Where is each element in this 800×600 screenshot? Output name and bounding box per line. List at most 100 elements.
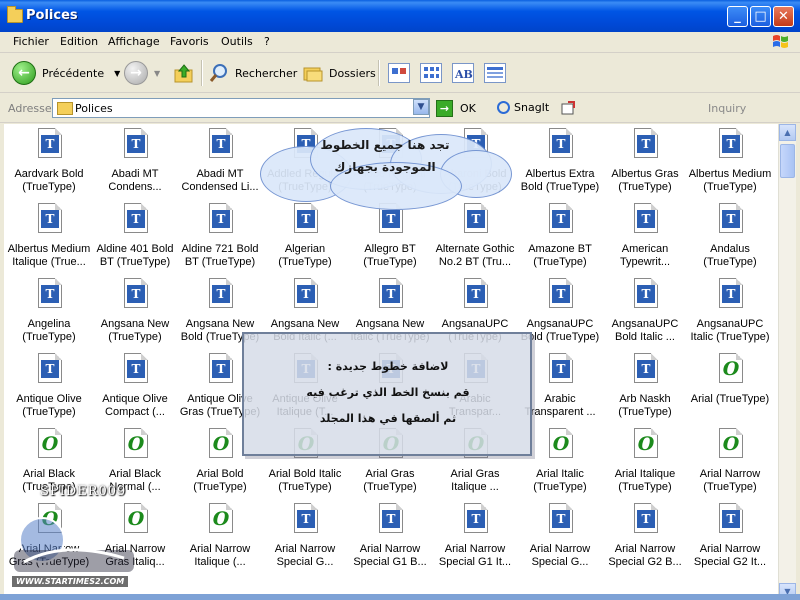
font-item[interactable]: T Alternate Gothic No.2 BT (Tru... [432,203,518,275]
up-folder-button[interactable] [173,59,195,87]
font-item[interactable]: O Arial Narrow (TrueType) [687,428,773,500]
font-item[interactable]: T Angelina (TrueType) [6,278,92,350]
font-item[interactable]: T AngsanaUPC Bold Italic ... [602,278,688,350]
truetype-font-icon: T [634,203,658,233]
font-item[interactable]: T Albertus Extra Bold (TrueType) [517,128,603,200]
font-item[interactable]: T American Typewrit... [602,203,688,275]
font-item[interactable]: T Aardvark Bold (TrueType) [6,128,92,200]
close-button[interactable]: ✕ [773,6,794,27]
font-item[interactable]: T Albertus Gras (TrueType) [602,128,688,200]
menu-affichage[interactable]: Affichage [108,35,160,48]
font-name: Arial Narrow Special G... [274,543,336,568]
truetype-font-icon: T [719,278,743,308]
folders-icon [303,67,323,82]
back-button[interactable]: ← Précédente ▼ [12,59,120,87]
font-item[interactable]: T Aldine 721 Bold BT (TrueType) [177,203,263,275]
opentype-font-icon: O [549,428,573,458]
scroll-thumb[interactable] [780,144,795,178]
chevron-down-icon[interactable]: ▼ [154,69,160,78]
address-label: Adresse [8,102,52,115]
view-fonts-button[interactable]: AB [452,63,474,83]
font-name: Arial Narrow Special G... [529,543,591,568]
truetype-font-icon: T [124,278,148,308]
font-name: Antique Olive (TrueType) [16,393,82,418]
back-arrow-icon: ← [12,61,36,85]
font-item[interactable]: T Angsana New (TrueType) [92,278,178,350]
font-item[interactable]: T Arial Narrow Special G... [517,503,603,575]
truetype-font-icon: T [634,128,658,158]
address-dropdown-button[interactable]: ▼ [413,99,429,115]
font-item[interactable]: T Arial Narrow Special G2 B... [602,503,688,575]
watermark-author: SPIDER009 [40,484,127,499]
menu-edition[interactable]: Edition [60,35,98,48]
truetype-font-icon: T [124,128,148,158]
truetype-font-icon: T [549,503,573,533]
font-item[interactable]: T AngsanaUPC Italic (TrueType) [687,278,773,350]
folders-button[interactable]: Dossiers [302,59,376,87]
font-item[interactable]: T Arial Narrow Special G1 B... [347,503,433,575]
font-item[interactable]: T Andalus (TrueType) [687,203,773,275]
search-button[interactable]: Rechercher [208,59,297,87]
font-name: Andalus (TrueType) [703,243,757,268]
font-item[interactable]: T Arial Narrow Special G1 It... [432,503,518,575]
truetype-font-icon: T [549,278,573,308]
truetype-font-icon: T [209,353,233,383]
toolbar: ← Précédente ▼ → ▼ Rechercher Dossiers A… [0,54,800,93]
menu-favoris[interactable]: Favoris [170,35,209,48]
info-line-1: لاضافة خطوط جديدة : [327,360,449,373]
go-label[interactable]: OK [460,102,476,115]
font-item[interactable]: O Arial Narrow Italique (... [177,503,263,575]
font-item[interactable]: T Albertus Medium (TrueType) [687,128,773,200]
menu-outils[interactable]: Outils [221,35,253,48]
font-name: Arial Bold (TrueType) [193,468,247,493]
folder-icon [57,102,73,115]
font-item[interactable]: T Albertus Medium Italique (True... [6,203,92,275]
font-name: Antique Olive Compact (... [102,393,168,418]
font-item[interactable]: O Arial (TrueType) [687,353,773,425]
truetype-font-icon: T [549,353,573,383]
snagit-button[interactable]: SnagIt [497,101,549,114]
font-item[interactable]: T Allegro BT (TrueType) [347,203,433,275]
view-details-button[interactable] [484,63,506,83]
font-name: Aldine 401 Bold BT (TrueType) [96,243,174,268]
forward-button[interactable]: → ▼ [124,59,160,87]
truetype-font-icon: T [719,503,743,533]
opentype-font-icon: O [124,428,148,458]
scroll-up-arrow-icon[interactable]: ▲ [779,124,796,141]
font-item[interactable]: T Amazone BT (TrueType) [517,203,603,275]
maximize-button[interactable]: □ [750,6,771,27]
font-item[interactable]: T Arial Narrow Special G2 It... [687,503,773,575]
font-item[interactable]: T Arial Narrow Special G... [262,503,348,575]
font-item[interactable]: O Arial Italique (TrueType) [602,428,688,500]
menu-fichier[interactable]: Fichier [13,35,49,48]
font-name: Albertus Medium (TrueType) [688,168,772,193]
font-item[interactable]: T Arb Naskh (TrueType) [602,353,688,425]
address-input[interactable]: Polices [52,98,430,118]
minimize-button[interactable]: _ [727,6,748,27]
font-view-icon: AB [454,68,473,81]
go-button[interactable]: → [436,100,453,117]
truetype-font-icon: T [124,353,148,383]
inquiry-label[interactable]: Inquiry [708,102,746,115]
menu-help[interactable]: ? [264,35,270,48]
vertical-scrollbar[interactable]: ▲ ▼ [778,124,796,600]
chevron-down-icon[interactable]: ▼ [114,69,120,78]
font-item[interactable]: T Algerian (TrueType) [262,203,348,275]
font-item[interactable]: T Abadi MT Condens... [92,128,178,200]
details-view-icon [487,67,503,78]
font-name: Arial Narrow (TrueType) [699,468,761,493]
view-tiles-button[interactable] [420,63,442,83]
truetype-font-icon: T [38,128,62,158]
opentype-font-icon: O [38,428,62,458]
font-name: Allegro BT (TrueType) [363,243,417,268]
font-item[interactable]: T Aldine 401 Bold BT (TrueType) [92,203,178,275]
font-item[interactable]: T Antique Olive (TrueType) [6,353,92,425]
capture-icon[interactable] [560,100,576,116]
info-line-3: ثم ألصقها في هذا المجلد [319,412,457,425]
font-item[interactable]: T Antique Olive Compact (... [92,353,178,425]
opentype-font-icon: O [719,353,743,383]
truetype-font-icon: T [634,278,658,308]
view-thumbnails-button[interactable] [388,63,410,83]
truetype-font-icon: T [549,128,573,158]
font-name: Abadi MT Condens... [108,168,162,193]
